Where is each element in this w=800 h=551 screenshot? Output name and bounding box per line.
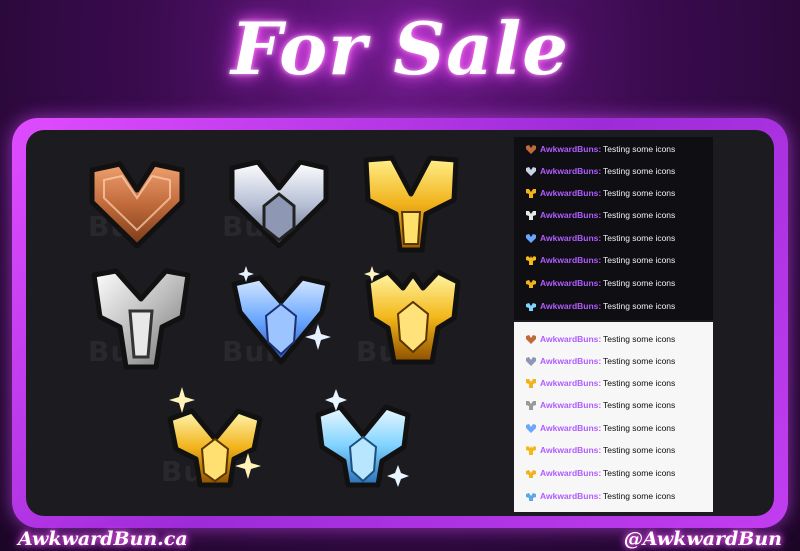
page-title: For Sale — [230, 6, 569, 91]
footer-handle[interactable]: @AwkwardBun — [624, 528, 782, 550]
grand-diamond-badge-icon — [526, 303, 536, 311]
chat-username[interactable]: AwkwardBuns: — [540, 464, 601, 482]
chat-line: AwkwardBuns: Testing some icons — [514, 441, 713, 459]
chat-line: AwkwardBuns: Testing some icons — [514, 206, 713, 224]
chat-line: AwkwardBuns: Testing some icons — [514, 162, 713, 180]
chat-line: AwkwardBuns: Testing some icons — [514, 184, 713, 202]
chat-username[interactable]: AwkwardBuns: — [540, 441, 601, 459]
footer-website[interactable]: AwkwardBun.ca — [18, 528, 188, 550]
chat-preview-dark: AwkwardBuns: Testing some icons AwkwardB… — [514, 137, 713, 320]
gold-wing-icon — [363, 155, 459, 253]
chat-message: Testing some icons — [603, 233, 676, 243]
chat-username[interactable]: AwkwardBuns: — [540, 374, 601, 392]
chat-line: AwkwardBuns: Testing some icons — [514, 229, 713, 247]
chat-username[interactable]: AwkwardBuns: — [540, 352, 601, 370]
chat-line: AwkwardBuns: Testing some icons — [514, 396, 713, 414]
chat-line: AwkwardBuns: Testing some icons — [514, 464, 713, 482]
chat-username[interactable]: AwkwardBuns: — [540, 274, 601, 292]
chat-message: Testing some icons — [603, 166, 676, 176]
chat-username[interactable]: AwkwardBuns: — [540, 419, 601, 437]
chat-username[interactable]: AwkwardBuns: — [540, 140, 601, 158]
diamond-sparkle-icon — [231, 266, 331, 365]
gold-badge-icon — [526, 379, 536, 388]
chat-message: Testing some icons — [603, 210, 676, 220]
grand-diamond-badge-icon — [526, 493, 536, 501]
chat-line: AwkwardBuns: Testing some icons — [514, 297, 713, 315]
silver-badge-icon — [526, 167, 536, 176]
chat-line: AwkwardBuns: Testing some icons — [514, 274, 713, 292]
chat-message: Testing some icons — [603, 400, 676, 410]
platinum-wing-icon — [91, 268, 191, 370]
chat-message: Testing some icons — [603, 278, 676, 288]
chat-username[interactable]: AwkwardBuns: — [540, 251, 601, 269]
bronze-chevron-icon — [89, 161, 185, 249]
chat-message: Testing some icons — [603, 423, 676, 433]
chat-username[interactable]: AwkwardBuns: — [540, 206, 601, 224]
chat-username[interactable]: AwkwardBuns: — [540, 396, 601, 414]
champion-badge-icon — [526, 446, 536, 455]
platinum-badge-icon — [526, 401, 536, 410]
grand-gold-sparkle-icon — [167, 387, 263, 488]
bronze-badge-icon — [526, 335, 536, 344]
grand-diamond-sparkle-icon — [315, 389, 411, 488]
chat-line: AwkwardBuns: Testing some icons — [514, 487, 713, 505]
silver-badge-icon — [526, 357, 536, 366]
silver-chevron-icon — [229, 159, 329, 249]
chat-username[interactable]: AwkwardBuns: — [540, 229, 601, 247]
champion-crown-icon — [364, 266, 461, 365]
chat-line: AwkwardBuns: Testing some icons — [514, 330, 713, 348]
bronze-badge-icon — [526, 145, 536, 154]
chat-username[interactable]: AwkwardBuns: — [540, 162, 601, 180]
chat-message: Testing some icons — [603, 468, 676, 478]
chat-line: AwkwardBuns: Testing some icons — [514, 374, 713, 392]
grand-gold-badge-icon — [526, 470, 536, 478]
chat-message: Testing some icons — [603, 144, 676, 154]
chat-username[interactable]: AwkwardBuns: — [540, 297, 601, 315]
chat-preview-light: AwkwardBuns: Testing some icons AwkwardB… — [514, 322, 713, 512]
chat-line: AwkwardBuns: Testing some icons — [514, 419, 713, 437]
chat-username[interactable]: AwkwardBuns: — [540, 330, 601, 348]
chat-line: AwkwardBuns: Testing some icons — [514, 140, 713, 158]
chat-username[interactable]: AwkwardBuns: — [540, 487, 601, 505]
chat-line: AwkwardBuns: Testing some icons — [514, 251, 713, 269]
chat-message: Testing some icons — [603, 334, 676, 344]
chat-message: Testing some icons — [603, 301, 676, 311]
chat-message: Testing some icons — [603, 356, 676, 366]
grand-gold-badge-icon — [526, 280, 536, 288]
gold-badge-icon — [526, 189, 536, 198]
chat-message: Testing some icons — [603, 445, 676, 455]
chat-line: AwkwardBuns: Testing some icons — [514, 352, 713, 370]
champion-badge-icon — [526, 256, 536, 265]
chat-message: Testing some icons — [603, 255, 676, 265]
diamond-badge-icon — [526, 424, 536, 433]
platinum-badge-icon — [526, 211, 536, 220]
chat-username[interactable]: AwkwardBuns: — [540, 184, 601, 202]
chat-message: Testing some icons — [603, 491, 676, 501]
diamond-badge-icon — [526, 234, 536, 243]
chat-message: Testing some icons — [603, 188, 676, 198]
chat-message: Testing some icons — [603, 378, 676, 388]
